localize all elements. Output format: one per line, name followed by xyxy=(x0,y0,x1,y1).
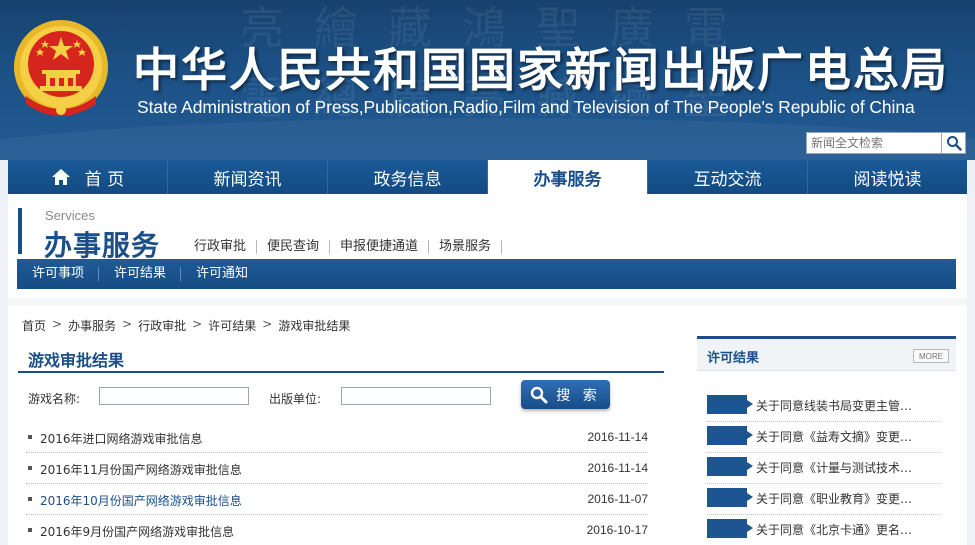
breadcrumb: 首页 > 办事服务 > 行政审批 > 许可结果 > 游戏审批结果 xyxy=(22,317,350,334)
sidebar-item: 关于同意《职业教育》变更… xyxy=(707,484,940,515)
sidebar-header: 许可结果 MORE xyxy=(697,339,956,371)
nav-government-info[interactable]: 政务信息 xyxy=(328,160,488,194)
section-subnav: 行政审批 便民查询 申报便捷通道 场景服务 xyxy=(194,240,503,254)
search-submit-button[interactable] xyxy=(942,132,966,154)
sidebar-item: 关于同意《益寿文摘》变更… xyxy=(707,422,940,453)
list-title: 游戏审批结果 xyxy=(28,351,125,370)
sidebar-item-link[interactable]: 关于同意《益寿文摘》变更… xyxy=(756,428,912,445)
sidebar-item: 关于同意《北京卡通》更名… xyxy=(707,515,940,545)
breadcrumb-game-approval[interactable]: 游戏审批结果 xyxy=(278,317,350,334)
site-search xyxy=(806,132,966,154)
section-title-en: Services xyxy=(45,208,95,223)
national-emblem-icon xyxy=(14,20,108,116)
section-header: Services 办事服务 行政审批 便民查询 申报便捷通道 场景服务 xyxy=(18,208,578,262)
tag-marker-icon xyxy=(707,488,753,507)
bullet-icon xyxy=(28,435,32,439)
search-button[interactable]: 搜 索 xyxy=(521,380,610,409)
list-item-title[interactable]: 2016年进口网络游戏审批信息 xyxy=(40,430,203,447)
nav-services[interactable]: 办事服务 xyxy=(488,160,648,194)
fulltext-search-input[interactable] xyxy=(806,132,942,154)
license-results-sidebar: 许可结果 MORE 关于同意线装书局变更主管… 关于同意《益寿文摘》变更… 关于… xyxy=(697,336,956,545)
home-icon xyxy=(51,169,70,185)
section-accent-bar xyxy=(18,208,22,254)
game-name-input[interactable] xyxy=(99,387,249,405)
sidebar-item: 关于同意《计量与测试技术… xyxy=(707,453,940,484)
site-subtitle: State Administration of Press,Publicatio… xyxy=(137,97,915,117)
license-subnav-bar: 许可事项 许可结果 许可通知 xyxy=(17,259,956,289)
sidebar-list: 关于同意线装书局变更主管… 关于同意《益寿文摘》变更… 关于同意《计量与测试技术… xyxy=(707,391,940,545)
section-title-cn: 办事服务 xyxy=(44,229,161,262)
sidebar-item-link[interactable]: 关于同意《职业教育》变更… xyxy=(756,490,912,507)
breadcrumb-separator: > xyxy=(122,317,133,331)
list-item-date: 2016-11-07 xyxy=(587,492,649,506)
subnav-declaration-channel[interactable]: 申报便捷通道 xyxy=(330,240,430,254)
list-item: 2016年9月份国产网络游戏审批信息 2016-10-17 xyxy=(26,515,648,545)
list-item: 2016年进口网络游戏审批信息 2016-11-14 xyxy=(26,422,648,453)
bullet-icon xyxy=(28,497,32,501)
tag-marker-icon xyxy=(707,519,753,538)
magnifier-icon xyxy=(946,136,962,151)
nav-home-label: 首 页 xyxy=(84,169,125,190)
bullet-icon xyxy=(28,466,32,470)
main-nav: 首 页 新闻资讯 政务信息 办事服务 互动交流 阅读悦读 xyxy=(8,160,967,194)
publisher-input[interactable] xyxy=(341,387,491,405)
list-item-title[interactable]: 2016年10月份国产网络游戏审批信息 xyxy=(40,492,242,509)
breadcrumb-license-results[interactable]: 许可结果 xyxy=(208,317,256,334)
subnav-scenario-services[interactable]: 场景服务 xyxy=(429,240,503,254)
nav-reading[interactable]: 阅读悦读 xyxy=(808,160,967,194)
list-item: 2016年11月份国产网络游戏审批信息 2016-11-14 xyxy=(26,453,648,484)
header-banner: 亮 繪 藏 鴻 聖 廣 電電 總 廣 亮 藏 繪 聖 中华人民共和国国家新闻出版… xyxy=(0,0,975,160)
site-title: 中华人民共和国国家新闻出版广电总局 xyxy=(133,43,949,97)
bullet-icon xyxy=(28,528,32,532)
search-button-label: 搜 索 xyxy=(556,387,601,404)
list-item-date: 2016-10-17 xyxy=(586,523,648,537)
subnav-admin-approval[interactable]: 行政审批 xyxy=(194,240,258,254)
subnav-public-query[interactable]: 便民查询 xyxy=(257,240,331,254)
nav-home[interactable]: 首 页 xyxy=(8,160,168,194)
list-item-title[interactable]: 2016年11月份国产网络游戏审批信息 xyxy=(40,461,242,478)
nav-interaction[interactable]: 互动交流 xyxy=(648,160,808,194)
list-item-title[interactable]: 2016年9月份国产网络游戏审批信息 xyxy=(40,523,234,540)
list-item: 2016年10月份国产网络游戏审批信息 2016-11-07 xyxy=(26,484,648,515)
more-button[interactable]: MORE xyxy=(913,349,949,363)
breadcrumb-services[interactable]: 办事服务 xyxy=(68,317,116,334)
tab-license-items[interactable]: 许可事项 xyxy=(32,267,100,281)
breadcrumb-separator: > xyxy=(52,317,63,331)
tag-marker-icon xyxy=(707,426,753,445)
magnifier-icon xyxy=(531,386,548,403)
content-panel: Services 办事服务 行政审批 便民查询 申报便捷通道 场景服务 许可事项… xyxy=(8,194,967,545)
game-name-label: 游戏名称: xyxy=(28,392,81,406)
list-title-underline xyxy=(18,371,664,373)
sidebar-item-link[interactable]: 关于同意《北京卡通》更名… xyxy=(756,521,912,538)
sidebar-title: 许可结果 xyxy=(707,351,760,366)
sidebar-item: 关于同意线装书局变更主管… xyxy=(707,391,940,422)
sidebar-item-link[interactable]: 关于同意线装书局变更主管… xyxy=(756,397,912,414)
tab-license-results[interactable]: 许可结果 xyxy=(114,267,182,281)
breadcrumb-separator: > xyxy=(262,317,273,331)
breadcrumb-admin-approval[interactable]: 行政审批 xyxy=(138,317,186,334)
breadcrumb-separator: > xyxy=(192,317,203,331)
breadcrumb-home[interactable]: 首页 xyxy=(22,317,46,334)
tag-marker-icon xyxy=(707,395,753,414)
tab-license-notices[interactable]: 许可通知 xyxy=(196,267,262,281)
publisher-label: 出版单位: xyxy=(269,392,322,406)
list-item-date: 2016-11-14 xyxy=(587,461,649,475)
tag-marker-icon xyxy=(707,457,753,476)
list-item-date: 2016-11-14 xyxy=(587,430,649,444)
game-approval-list: 2016年进口网络游戏审批信息 2016-11-14 2016年11月份国产网络… xyxy=(26,422,648,545)
nav-news[interactable]: 新闻资讯 xyxy=(168,160,328,194)
sidebar-item-link[interactable]: 关于同意《计量与测试技术… xyxy=(756,459,912,476)
